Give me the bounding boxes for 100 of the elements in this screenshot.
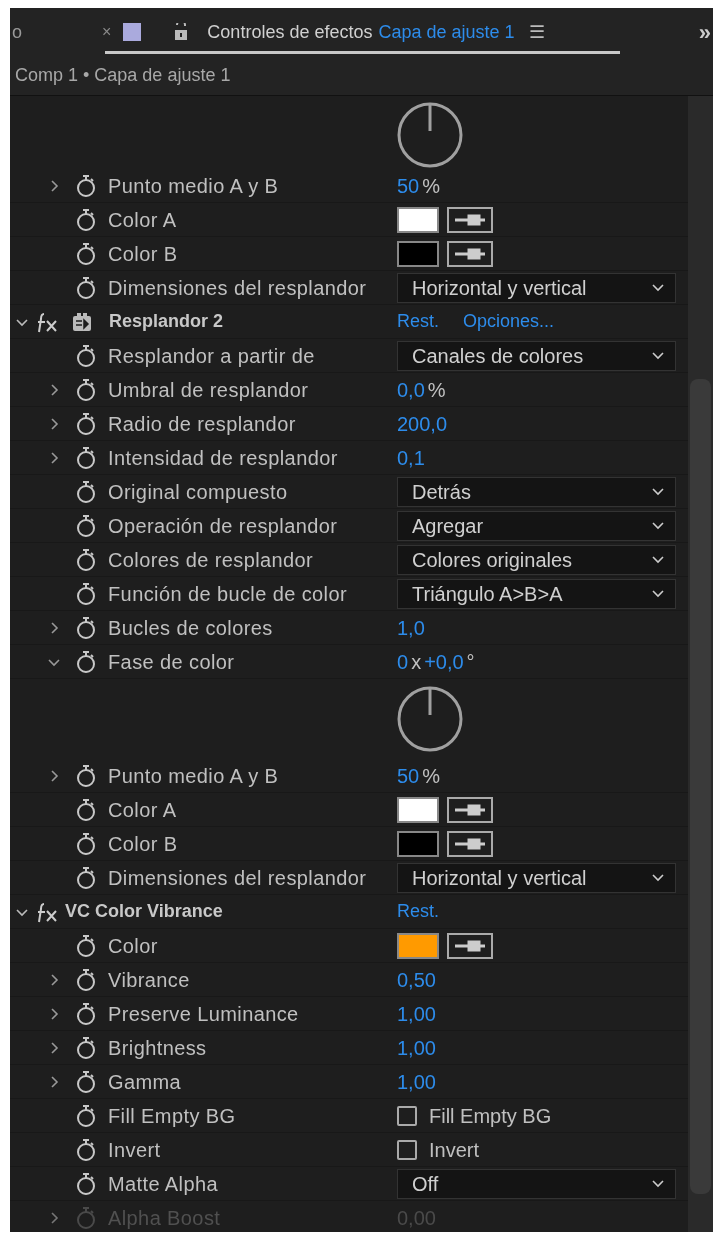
stopwatch-icon[interactable] bbox=[76, 514, 96, 537]
property-label: Invert bbox=[108, 1137, 161, 1163]
chevron-down-icon bbox=[651, 283, 665, 292]
eyedropper-icon[interactable] bbox=[447, 206, 493, 233]
stopwatch-icon[interactable] bbox=[76, 1036, 96, 1059]
number-value[interactable]: 1,00 bbox=[397, 1032, 436, 1063]
eyedropper-icon[interactable] bbox=[447, 240, 493, 267]
property-label: Intensidad de resplandor bbox=[108, 445, 338, 471]
plugin-icon bbox=[71, 310, 93, 333]
effect-name[interactable]: VC Color Vibrance bbox=[65, 898, 223, 925]
color-swatch[interactable] bbox=[397, 796, 439, 823]
number-value[interactable]: 50 bbox=[397, 170, 420, 201]
effect-link[interactable]: Opciones... bbox=[463, 308, 555, 335]
stopwatch-icon[interactable] bbox=[76, 866, 96, 889]
stopwatch-icon[interactable] bbox=[76, 412, 96, 435]
stopwatch-icon[interactable] bbox=[76, 1002, 96, 1025]
stopwatch-icon[interactable] bbox=[76, 548, 96, 571]
color-swatch[interactable] bbox=[397, 206, 439, 233]
stopwatch-icon[interactable] bbox=[76, 968, 96, 991]
property-label: Colores de resplandor bbox=[108, 547, 314, 573]
stopwatch-icon[interactable] bbox=[76, 480, 96, 503]
stopwatch-icon[interactable] bbox=[76, 1172, 96, 1195]
stopwatch-icon[interactable] bbox=[76, 582, 96, 605]
number-value[interactable]: 0,1 bbox=[397, 442, 425, 473]
dropdown[interactable]: Colores originales bbox=[397, 544, 676, 575]
number-value[interactable]: 1,00 bbox=[397, 998, 436, 1029]
color-swatch[interactable] bbox=[397, 240, 439, 267]
property-label: Punto medio A y B bbox=[108, 763, 279, 789]
stopwatch-icon[interactable] bbox=[76, 208, 96, 231]
effect-link[interactable]: Rest. bbox=[397, 898, 439, 925]
dropdown[interactable]: Horizontal y vertical bbox=[397, 862, 676, 893]
angle-dial[interactable] bbox=[396, 685, 464, 753]
number-value[interactable]: 0,50 bbox=[397, 964, 436, 995]
checkbox-label: Fill Empty BG bbox=[429, 1103, 552, 1129]
stopwatch-icon[interactable] bbox=[76, 1070, 96, 1093]
dropdown[interactable]: Detrás bbox=[397, 476, 676, 507]
dropdown[interactable]: Triángulo A>B>A bbox=[397, 578, 676, 609]
eyedropper-icon[interactable] bbox=[447, 796, 493, 823]
number-value[interactable]: 50 bbox=[397, 760, 420, 791]
property-label: Dimensiones del resplandor bbox=[108, 865, 367, 891]
dropdown[interactable]: Off bbox=[397, 1168, 676, 1199]
menu-button[interactable]: ☰ bbox=[528, 18, 545, 46]
color-swatch[interactable] bbox=[397, 830, 439, 857]
overflow-button[interactable]: » bbox=[698, 15, 711, 49]
stopwatch-icon[interactable] bbox=[76, 934, 96, 957]
property-label: Original compuesto bbox=[108, 479, 288, 505]
property-label: Color bbox=[108, 933, 158, 959]
effect-link[interactable]: Rest. bbox=[397, 308, 439, 335]
property-label: Fase de color bbox=[108, 649, 235, 675]
dropdown[interactable]: Agregar bbox=[397, 510, 676, 541]
number-value[interactable]: 0,0 bbox=[397, 374, 425, 405]
dropdown[interactable]: Horizontal y vertical bbox=[397, 272, 676, 303]
property-label: Fill Empty BG bbox=[108, 1103, 236, 1129]
property-label: Radio de resplandor bbox=[108, 411, 296, 437]
number-value[interactable]: +0,0 bbox=[424, 646, 464, 677]
lock-icon[interactable] bbox=[173, 23, 190, 41]
unit-label: % bbox=[422, 763, 441, 789]
chevron-down-icon bbox=[651, 873, 665, 882]
chevron-down-icon bbox=[651, 589, 665, 598]
stopwatch-icon[interactable] bbox=[76, 650, 96, 673]
property-label: Resplandor a partir de bbox=[108, 343, 315, 369]
dropdown[interactable]: Canales de colores bbox=[397, 340, 676, 371]
checkbox-label: Invert bbox=[429, 1137, 480, 1163]
number-value[interactable]: 1,00 bbox=[397, 1066, 436, 1097]
layer-name: Capa de ajuste 1 bbox=[378, 20, 515, 44]
stopwatch-icon[interactable] bbox=[76, 174, 96, 197]
unit-label: x bbox=[411, 649, 422, 675]
stopwatch-icon[interactable] bbox=[76, 764, 96, 787]
stopwatch-icon[interactable] bbox=[76, 242, 96, 265]
stopwatch-icon[interactable] bbox=[76, 1138, 96, 1161]
eyedropper-icon[interactable] bbox=[447, 932, 493, 959]
unit-label: % bbox=[427, 377, 446, 403]
stopwatch-icon[interactable] bbox=[76, 446, 96, 469]
tab-label[interactable]: o bbox=[12, 18, 22, 46]
number-value[interactable]: 0 bbox=[397, 646, 409, 677]
property-label: Color A bbox=[108, 797, 177, 823]
stopwatch-icon[interactable] bbox=[76, 378, 96, 401]
stopwatch-icon[interactable] bbox=[76, 616, 96, 639]
property-label: Operación de resplandor bbox=[108, 513, 338, 539]
stopwatch-icon[interactable] bbox=[76, 276, 96, 299]
effect-name[interactable]: Resplandor 2 bbox=[109, 308, 224, 335]
property-label: Color A bbox=[108, 207, 177, 233]
number-value[interactable]: 200,0 bbox=[397, 408, 448, 439]
property-label: Brightness bbox=[108, 1035, 207, 1061]
label-color-swatch[interactable] bbox=[123, 23, 142, 41]
stopwatch-icon[interactable] bbox=[76, 1104, 96, 1127]
chevron-down-icon bbox=[651, 351, 665, 360]
property-label: Color B bbox=[108, 831, 178, 857]
eyedropper-icon[interactable] bbox=[447, 830, 493, 857]
number-value[interactable]: 1,0 bbox=[397, 612, 425, 643]
checkbox[interactable] bbox=[397, 1139, 417, 1160]
angle-dial[interactable] bbox=[396, 101, 464, 169]
stopwatch-icon[interactable] bbox=[76, 344, 96, 367]
property-label: Vibrance bbox=[108, 967, 190, 993]
color-swatch[interactable] bbox=[397, 932, 439, 959]
close-button[interactable]: × bbox=[102, 20, 112, 44]
stopwatch-icon[interactable] bbox=[76, 832, 96, 855]
stopwatch-icon[interactable] bbox=[76, 798, 96, 821]
checkbox[interactable] bbox=[397, 1105, 417, 1126]
property-label: Matte Alpha bbox=[108, 1171, 219, 1197]
